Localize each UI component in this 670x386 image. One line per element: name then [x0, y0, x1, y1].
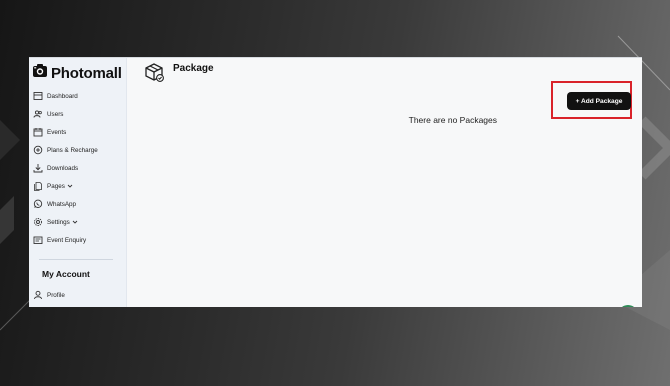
sidebar-item-users[interactable]: Users [33, 105, 125, 123]
sidebar-item-label: Users [47, 110, 64, 118]
sidebar-item-events[interactable]: Events [33, 123, 125, 141]
sidebar-item-whatsapp[interactable]: WhatsApp [33, 195, 125, 213]
sidebar-item-label: Profile [47, 291, 65, 299]
sidebar-item-partial[interactable] [33, 302, 43, 307]
sidebar-item-label: Settings [47, 218, 70, 226]
sidebar-item-settings[interactable]: Settings [33, 213, 125, 231]
sidebar-divider [39, 259, 113, 260]
download-icon [33, 164, 43, 173]
plans-icon [33, 145, 43, 155]
brand[interactable]: Photomall [32, 63, 122, 84]
chevron-down-icon [72, 220, 78, 224]
sidebar-item-label: Events [47, 128, 67, 136]
sidebar-item-label: Downloads [47, 164, 79, 172]
page-title: Package [173, 63, 214, 74]
add-package-highlight: + Add Package [551, 81, 632, 119]
gear-icon [34, 218, 42, 226]
package-icon [143, 61, 165, 88]
sidebar-item-pages[interactable]: Pages [33, 177, 125, 195]
sidebar-item-event-enquiry[interactable]: Event Enquiry [33, 231, 125, 249]
whatsapp-icon [33, 199, 43, 208]
empty-state-message: There are no Packages [408, 115, 497, 125]
sidebar-item-plans-recharge[interactable]: Plans & Recharge [33, 141, 125, 159]
enquiry-icon [33, 236, 43, 244]
photomall-logo-icon [32, 63, 48, 84]
chevron-down-icon [67, 184, 73, 188]
profile-icon [34, 290, 42, 300]
calendar-icon [33, 128, 43, 137]
sidebar: Photomall Dashboard Users Events Plans &… [29, 58, 127, 307]
sidebar-nav: Dashboard Users Events Plans & Recharge … [33, 87, 125, 249]
sidebar-item-downloads[interactable]: Downloads [33, 159, 125, 177]
sidebar-item-label: Event Enquiry [47, 236, 87, 244]
users-icon [33, 110, 42, 118]
dashboard-icon [33, 92, 43, 100]
page-header: Package [143, 61, 214, 88]
sidebar-item-label: WhatsApp [47, 200, 77, 208]
brand-name: Photomall [51, 65, 122, 82]
my-account-heading: My Account [42, 269, 90, 279]
add-package-button[interactable]: + Add Package [567, 92, 631, 110]
sidebar-item-dashboard[interactable]: Dashboard [33, 87, 125, 105]
chat-fab-button[interactable] [618, 305, 638, 307]
pages-icon [34, 182, 42, 191]
sidebar-item-label: Plans & Recharge [47, 146, 98, 154]
app-window: Photomall Dashboard Users Events Plans &… [29, 57, 642, 307]
sidebar-item-label: Pages [47, 182, 65, 190]
menu-item-icon [33, 306, 43, 307]
sidebar-item-label: Dashboard [47, 92, 78, 100]
main-content: Package + Add Package There are no Packa… [127, 58, 642, 307]
